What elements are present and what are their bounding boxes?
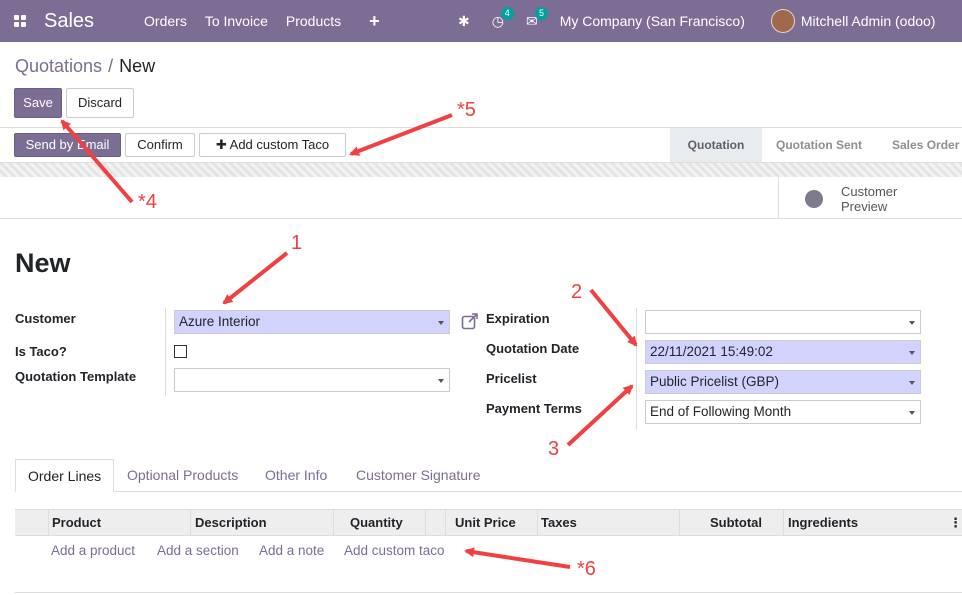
annotation-6: *6 xyxy=(577,558,596,580)
arrow-1 xyxy=(222,251,289,305)
arrow-2 xyxy=(589,288,638,347)
annotation-5: *5 xyxy=(457,99,476,121)
annotation-4: *4 xyxy=(138,191,157,213)
arrow-5 xyxy=(349,113,453,156)
annotation-1: 1 xyxy=(291,232,303,254)
arrow-3 xyxy=(566,384,634,447)
annotation-3: 3 xyxy=(548,438,560,460)
arrow-4 xyxy=(60,119,134,204)
annotation-2: 2 xyxy=(571,281,583,303)
annotation-arrows xyxy=(60,113,638,569)
arrow-6 xyxy=(464,547,571,569)
